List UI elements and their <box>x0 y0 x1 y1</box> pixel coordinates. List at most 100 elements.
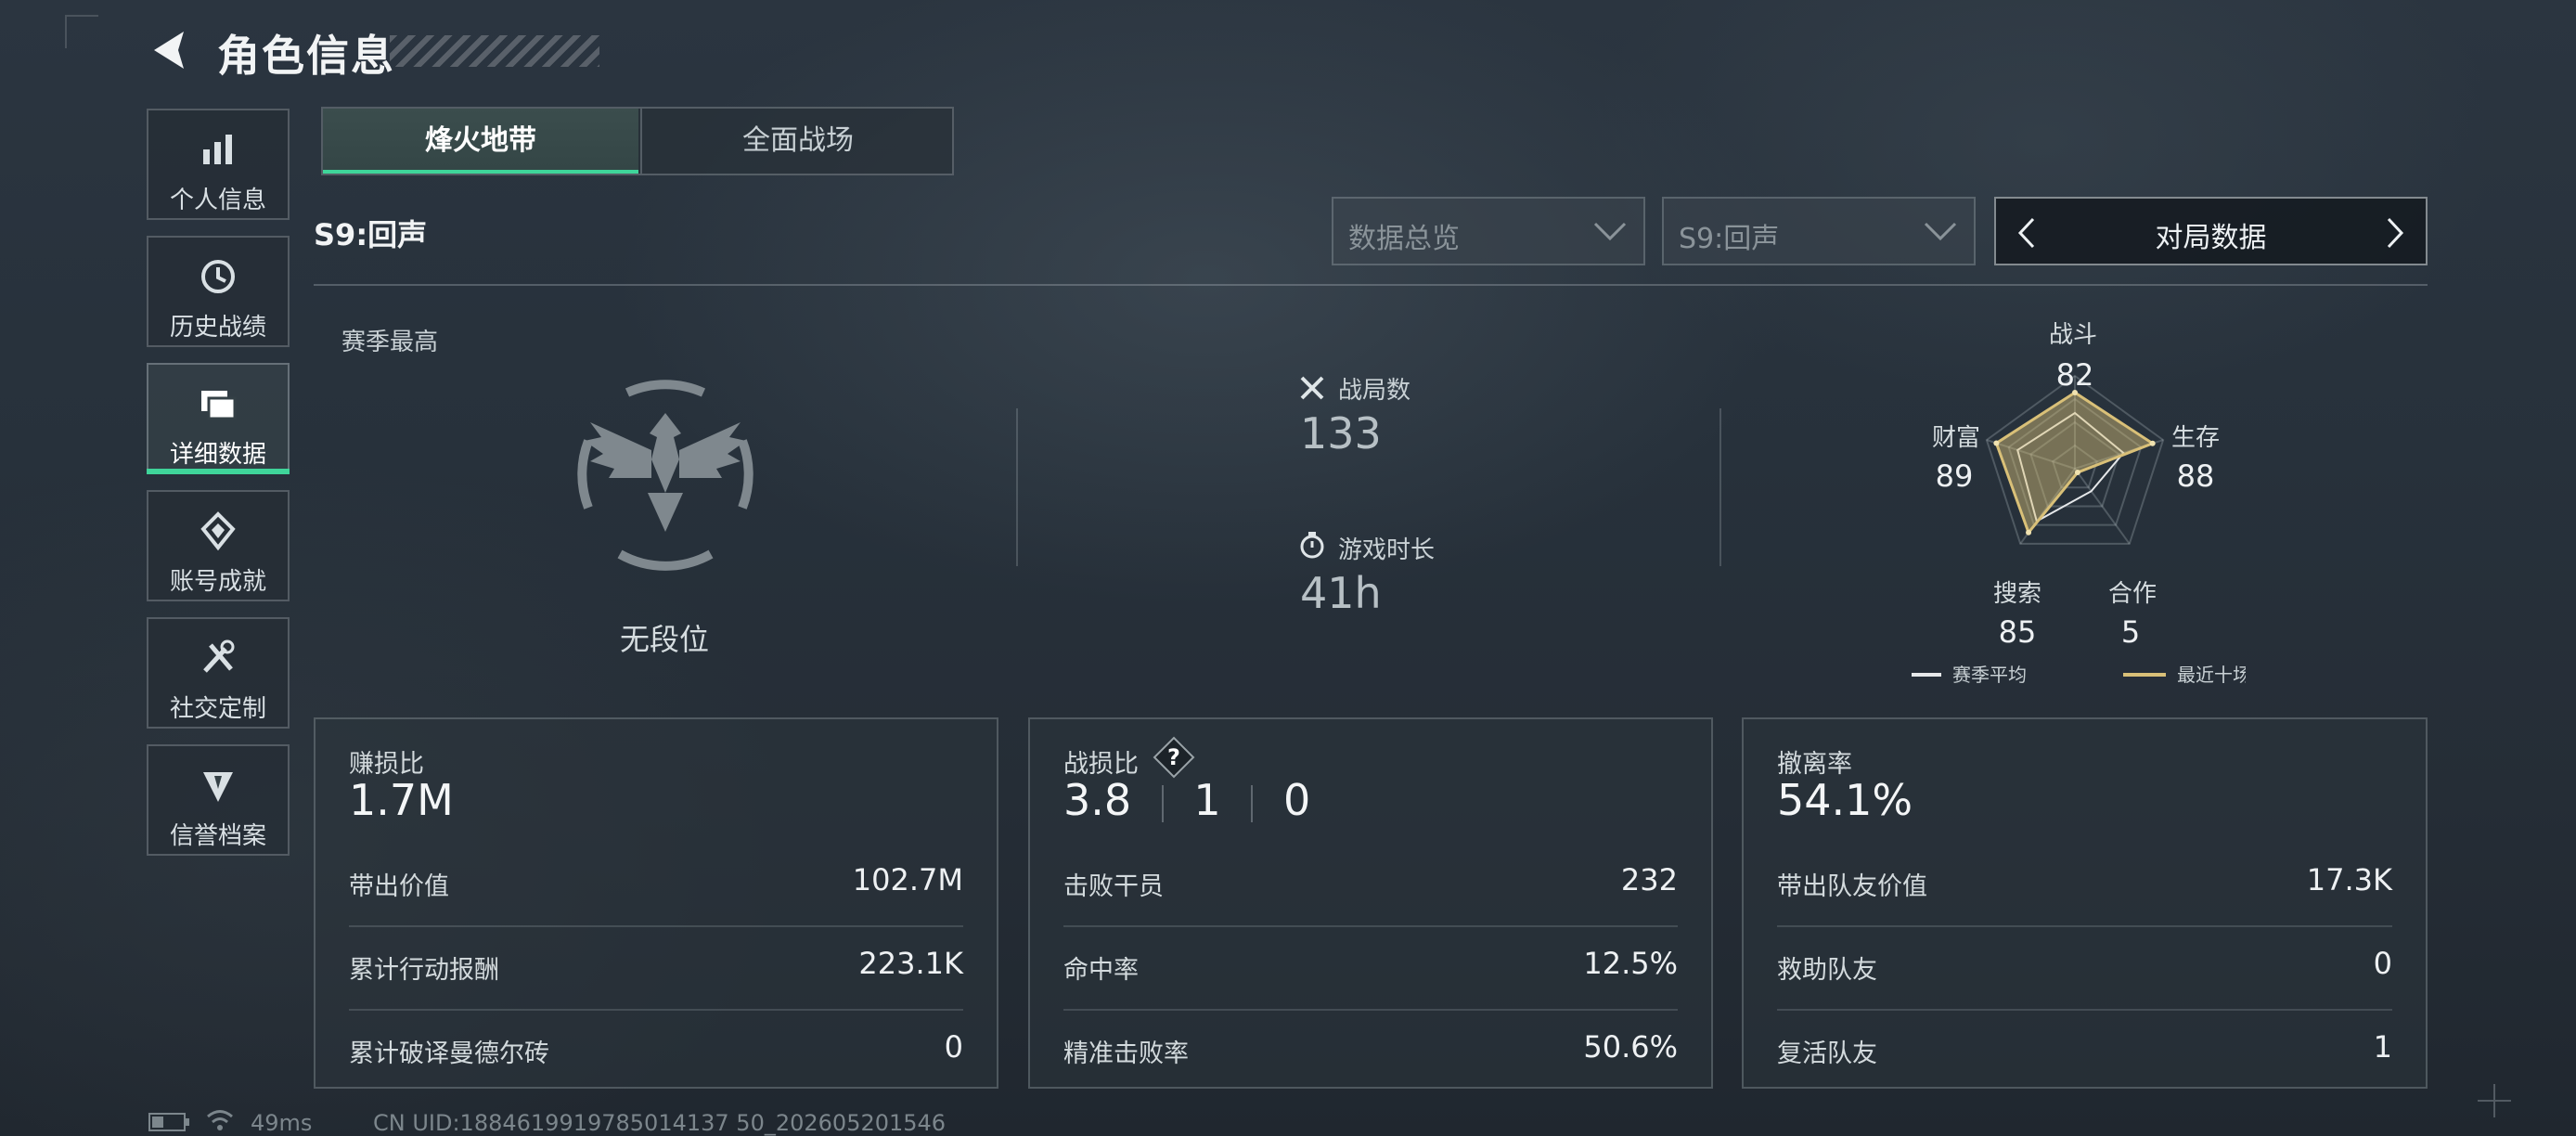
stat-value: 12.5% <box>1583 946 1678 981</box>
sidebar-item-label: 详细数据 <box>169 441 266 469</box>
row-divider <box>1777 925 2392 927</box>
sidebar-item-label: 个人信息 <box>169 187 266 214</box>
sidebar-item-achievements[interactable]: 账号成就 <box>147 490 290 601</box>
sidebar-item-personal-info[interactable]: 个人信息 <box>147 109 290 220</box>
stat-value: 1 <box>2373 1029 2392 1065</box>
stat-value: 0 <box>944 1029 963 1065</box>
row-divider <box>1777 1009 2392 1011</box>
matches-label: 战局数 <box>1338 377 1411 405</box>
radar-axis-label: 合作 <box>2108 580 2157 608</box>
help-icon[interactable]: ? <box>1153 736 1195 779</box>
section-divider <box>1016 408 1018 566</box>
data-mode-switcher: 对局数据 <box>1994 197 2428 265</box>
stat-value: 223.1K <box>858 946 963 981</box>
season-dropdown[interactable]: S9:回声 <box>1662 197 1976 265</box>
legend-label-season-avg: 赛季平均 <box>1952 664 2027 686</box>
stat-row: 带出价值 102.7M <box>349 842 963 925</box>
chevron-right-icon[interactable] <box>2385 217 2405 249</box>
radar-point <box>1993 440 2000 446</box>
svg-text:?: ? <box>1167 744 1180 770</box>
tools-icon <box>203 639 235 673</box>
stat-row: 击败干员 232 <box>1063 842 1678 925</box>
folder-icon <box>201 391 237 420</box>
sidebar-item-detailed-data[interactable]: 详细数据 <box>147 363 290 474</box>
active-indicator <box>147 469 290 474</box>
playtime-value: 41h <box>1300 568 1382 618</box>
kd-separator <box>1161 784 1164 822</box>
shield-icon <box>203 772 233 802</box>
sidebar-item-history[interactable]: 历史战绩 <box>147 236 290 347</box>
radar-axis-value: 85 <box>1999 614 2037 650</box>
extraction-card: 撤离率 54.1% 带出队友价值 17.3K 救助队友 0 复活队友 1 <box>1742 717 2428 1089</box>
radar-axis-label: 财富 <box>1932 424 1980 452</box>
stat-row: 带出队友价值 17.3K <box>1777 842 2392 925</box>
stat-label: 累计行动报酬 <box>349 956 499 985</box>
crossed-swords-icon <box>1300 376 1324 400</box>
history-icon <box>201 260 235 293</box>
radar-axis-label: 生存 <box>2171 424 2220 452</box>
stat-row: 命中率 12.5% <box>1063 925 1678 1009</box>
stat-label: 命中率 <box>1063 956 1139 985</box>
overview-dropdown[interactable]: 数据总览 <box>1332 197 1645 265</box>
row-divider <box>349 925 963 927</box>
back-arrow-icon[interactable] <box>147 26 195 74</box>
stat-row: 累计破译曼德尔砖 0 <box>349 1009 963 1092</box>
stat-value: 102.7M <box>852 862 963 897</box>
stat-row: 救助队友 0 <box>1777 925 2392 1009</box>
radar-recent-series <box>1994 391 2156 536</box>
season-best-label: 赛季最高 <box>341 329 439 356</box>
stat-row: 累计行动报酬 223.1K <box>349 925 963 1009</box>
matches-value: 133 <box>1300 408 1382 458</box>
rank-value: 无段位 <box>620 622 710 657</box>
chevron-down-icon <box>1924 222 1957 241</box>
battery-icon <box>148 1113 189 1131</box>
tab-battlefield[interactable]: 全面战场 <box>640 109 954 174</box>
kd-kills: 1 <box>1193 775 1221 825</box>
header-divider <box>314 284 2428 286</box>
stat-value: 0 <box>2373 946 2392 981</box>
kd-separator <box>1251 784 1254 822</box>
mode-tabs: 烽火地带 全面战场 <box>321 107 954 175</box>
card-value: 1.7M <box>349 775 454 825</box>
radar-axis-value: 89 <box>1936 458 1974 494</box>
title-decoration <box>390 35 599 67</box>
sidebar-item-reputation[interactable]: 信誉档案 <box>147 744 290 856</box>
dropdown-value: S9:回声 <box>1679 223 1780 255</box>
sidebar-item-label: 信誉档案 <box>169 822 266 850</box>
stat-value: 17.3K <box>2306 862 2392 897</box>
profit-card: 赚损比 1.7M 带出价值 102.7M 累计行动报酬 223.1K 累计破译曼德尔… <box>314 717 998 1089</box>
kd-ratio: 3.8 <box>1063 775 1132 825</box>
row-divider <box>1063 1009 1678 1011</box>
stat-label: 带出队友价值 <box>1777 872 1927 901</box>
playtime-label: 游戏时长 <box>1338 536 1436 564</box>
stat-label: 带出价值 <box>349 872 449 901</box>
stat-value: 50.6% <box>1583 1029 1678 1065</box>
radar-chart: 战斗 82 生存 88 合作 5 搜索 85 财富 89 赛季平均 最近十场 <box>1912 321 2246 686</box>
stat-label: 救助队友 <box>1777 956 1877 985</box>
stat-row: 复活队友 1 <box>1777 1009 2392 1092</box>
sidebar-item-social[interactable]: 社交定制 <box>147 617 290 729</box>
corner-decoration <box>65 15 98 48</box>
radar-point <box>2149 440 2156 446</box>
stat-label: 精准击败率 <box>1063 1039 1189 1068</box>
radar-axis-value: 88 <box>2177 458 2215 494</box>
tab-warzone[interactable]: 烽火地带 <box>323 109 638 174</box>
row-divider <box>1063 925 1678 927</box>
chevron-down-icon <box>1593 222 1627 241</box>
crosshair-icon <box>2478 1084 2511 1117</box>
section-divider <box>1719 408 1721 566</box>
sidebar-item-label: 历史战绩 <box>169 314 266 342</box>
kd-deaths: 0 <box>1282 775 1311 825</box>
wifi-icon <box>207 1110 233 1130</box>
radar-axis-label: 搜索 <box>1993 580 2041 608</box>
stat-label: 复活队友 <box>1777 1039 1877 1068</box>
row-divider <box>349 1009 963 1011</box>
stopwatch-icon <box>1300 532 1324 559</box>
radar-axis-value: 82 <box>2056 357 2094 393</box>
radar-point <box>2074 470 2080 476</box>
data-mode-label: 对局数据 <box>2155 222 2267 254</box>
user-uid: CN UID:1884619919785014137 50_2026052015… <box>373 1110 947 1136</box>
radar-axis-value: 5 <box>2121 614 2140 650</box>
bar-chart-icon <box>203 135 232 164</box>
medal-icon <box>200 511 236 551</box>
